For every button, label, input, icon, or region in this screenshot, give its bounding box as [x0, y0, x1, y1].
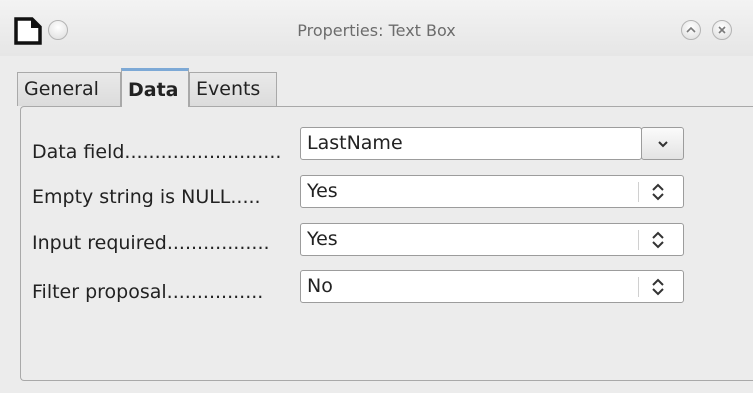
tab-data[interactable]: Data [121, 68, 189, 107]
tab-events[interactable]: Events [189, 72, 277, 106]
title-bar[interactable]: Properties: Text Box [0, 0, 753, 56]
data-field-label: Data field.......................... [32, 141, 282, 163]
filter-proposal-value: No [307, 275, 333, 297]
spin-separator [638, 182, 639, 202]
close-button[interactable] [712, 20, 732, 40]
up-down-arrows-icon[interactable] [651, 277, 665, 297]
input-required-value: Yes [307, 228, 338, 250]
shade-icon [686, 26, 696, 33]
data-field-dropdown-button[interactable] [641, 127, 684, 160]
input-required-label: Input required................. [32, 232, 270, 254]
spin-separator [638, 230, 639, 250]
empty-string-null-value: Yes [307, 180, 338, 202]
chevron-down-icon [657, 140, 668, 147]
data-field-combobox[interactable]: LastName [300, 127, 642, 160]
filter-proposal-select[interactable]: No [300, 270, 684, 303]
properties-dialog: Properties: Text Box General Data Events… [0, 0, 753, 393]
filter-proposal-label: Filter proposal................ [32, 281, 264, 303]
up-down-arrows-icon[interactable] [651, 182, 665, 202]
spin-separator [638, 277, 639, 297]
input-required-select[interactable]: Yes [300, 223, 684, 256]
close-icon [718, 26, 726, 34]
shade-button[interactable] [681, 20, 701, 40]
empty-string-null-label: Empty string is NULL..... [32, 186, 261, 208]
up-down-arrows-icon[interactable] [651, 230, 665, 250]
tab-general[interactable]: General [17, 72, 121, 106]
empty-string-null-select[interactable]: Yes [300, 175, 684, 208]
window-title: Properties: Text Box [297, 21, 456, 40]
